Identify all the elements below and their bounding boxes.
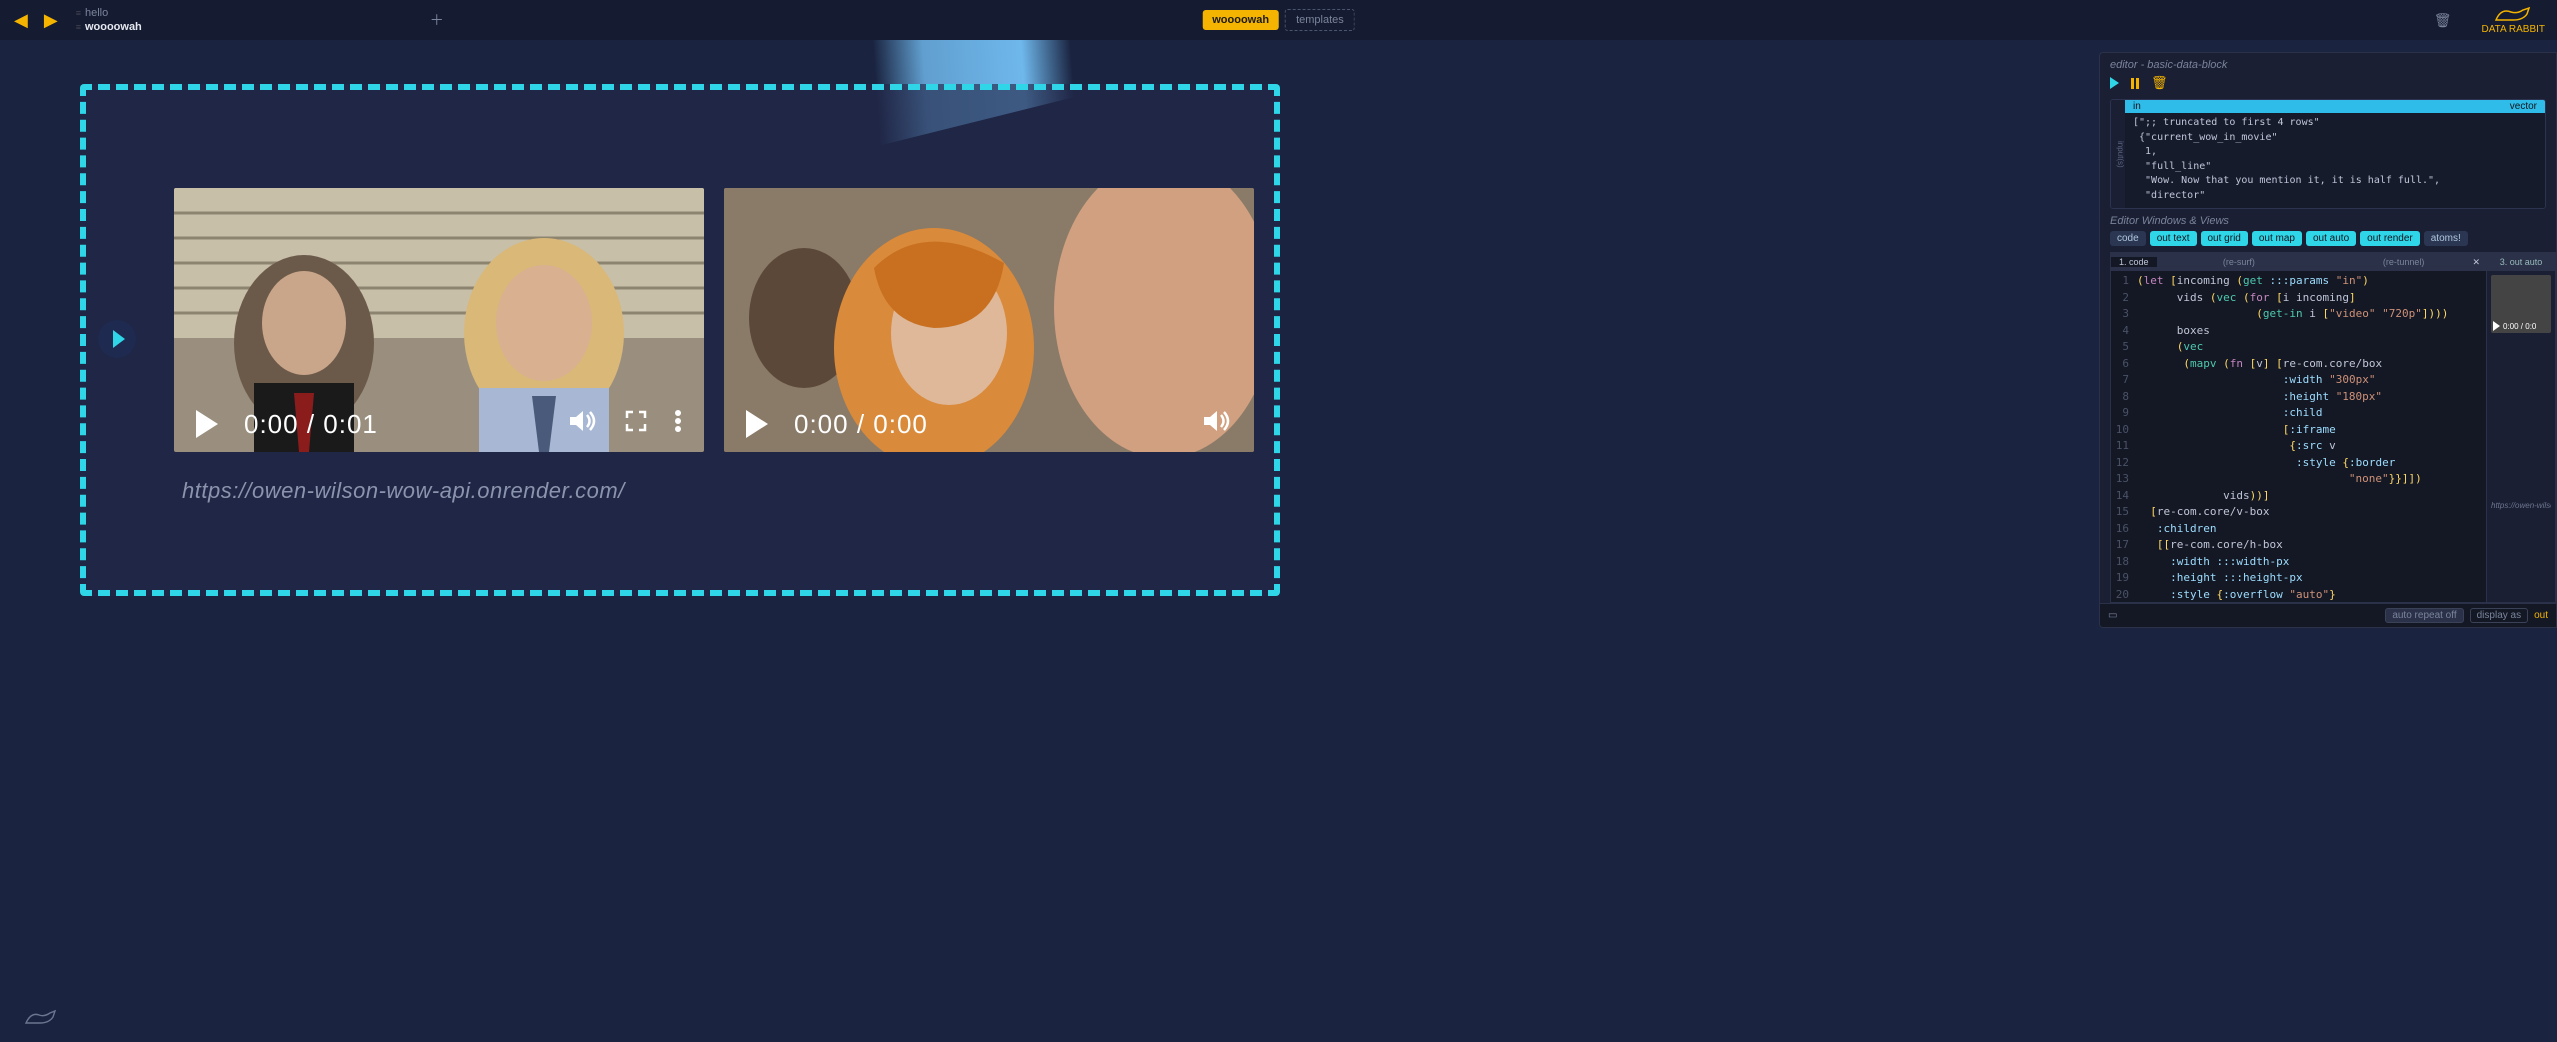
editor-title: editor - basic-data-block xyxy=(2100,53,2556,75)
pause-icon[interactable] xyxy=(2131,78,2139,89)
pill-out-render[interactable]: out render xyxy=(2360,231,2420,246)
code-line: 16 :children xyxy=(2111,521,2486,538)
footer-left-icon[interactable]: ▭ xyxy=(2108,610,2117,621)
trash-icon[interactable]: 🗑 xyxy=(2434,12,2452,29)
code-line: 13 "none"}}]]) xyxy=(2111,471,2486,488)
auto-repeat-toggle[interactable]: auto repeat off xyxy=(2385,608,2463,623)
input-header[interactable]: in vector xyxy=(2125,100,2545,113)
nav-forward-icon[interactable]: ▶ xyxy=(40,10,62,31)
display-as-button[interactable]: display as xyxy=(2470,608,2528,623)
code-line: 15 [re-com.core/v-box xyxy=(2111,504,2486,521)
code-line: 14 vids))] xyxy=(2111,488,2486,505)
video-1[interactable]: 0:00 / 0:01 xyxy=(174,188,704,452)
pill-workspace[interactable]: woooowah xyxy=(1202,10,1279,30)
code-line: 11 {:src v xyxy=(2111,438,2486,455)
code-line: 9 :child xyxy=(2111,405,2486,422)
code-line: 17 [[re-com.core/h-box xyxy=(2111,537,2486,554)
code-line: 19 :height :::height-px xyxy=(2111,570,2486,587)
code-line: 7 :width "300px" xyxy=(2111,372,2486,389)
code-line: 5 (vec xyxy=(2111,339,2486,356)
pill-code[interactable]: code xyxy=(2110,231,2146,246)
tab-label: woooowah xyxy=(85,21,142,33)
video-2[interactable]: 0:00 / 0:00 xyxy=(724,188,1254,452)
trash-icon[interactable]: 🗑 xyxy=(2151,75,2168,91)
close-icon[interactable]: ✕ xyxy=(2472,257,2480,268)
fullscreen-icon[interactable] xyxy=(624,409,648,440)
input-head-left: in xyxy=(2133,101,2141,112)
video-time: 0:00 / 0:01 xyxy=(244,409,378,440)
code-line: 4 boxes xyxy=(2111,323,2486,340)
play-icon[interactable] xyxy=(196,410,218,438)
code-tab-2[interactable]: (re-surf) xyxy=(2157,257,2322,267)
code-line: 6 (mapv (fn [v] [re-com.core/box xyxy=(2111,356,2486,373)
code-line: 8 :height "180px" xyxy=(2111,389,2486,406)
volume-icon[interactable] xyxy=(1202,408,1232,441)
pill-out-grid[interactable]: out grid xyxy=(2201,231,2248,246)
pill-out-map[interactable]: out map xyxy=(2252,231,2302,246)
volume-icon[interactable] xyxy=(568,408,598,441)
code-line: 1(let [incoming (get :::params "in") xyxy=(2111,273,2486,290)
input-head-right: vector xyxy=(2510,101,2537,112)
tab-icon: ≡ xyxy=(76,22,81,32)
video-time: 0:00 / 0:00 xyxy=(794,409,928,440)
topbar-right: 🗑 DATA RABBIT xyxy=(2434,6,2545,35)
code-line: 18 :width :::width-px xyxy=(2111,554,2486,571)
code-line: 2 vids (vec (for [i incoming] xyxy=(2111,290,2486,307)
logo: DATA RABBIT xyxy=(2481,6,2545,35)
code-tab-1[interactable]: 1. code xyxy=(2111,257,2157,267)
code-line: 20 :style {:overflow "auto"} xyxy=(2111,587,2486,603)
video-row: 0:00 / 0:01 xyxy=(174,188,1254,452)
tab-label: hello xyxy=(85,7,108,19)
tab-icon: ≡ xyxy=(76,8,81,18)
video-controls: 0:00 / 0:01 xyxy=(174,396,704,452)
code-body[interactable]: 1(let [incoming (get :::params "in")2 vi… xyxy=(2111,271,2486,602)
code-line: 3 (get-in i ["video" "720p"]))) xyxy=(2111,306,2486,323)
run-icon[interactable] xyxy=(2110,77,2119,89)
canvas-block[interactable]: 0:00 / 0:01 xyxy=(80,84,1280,596)
code-line: 10 [:iframe xyxy=(2111,422,2486,439)
preview-tab[interactable]: 3. out auto xyxy=(2487,253,2555,271)
preview-link: https://owen-wilson- xyxy=(2491,501,2551,510)
pill-out-text[interactable]: out text xyxy=(2150,231,2197,246)
pill-templates[interactable]: templates xyxy=(1285,9,1355,31)
video-controls: 0:00 / 0:00 xyxy=(724,396,1254,452)
code-wrap: 1. code (re-surf) (re-tunnel) ✕ 1(let [i… xyxy=(2110,252,2556,603)
code-tab-strip: 1. code (re-surf) (re-tunnel) ✕ xyxy=(2111,253,2486,271)
preview-video[interactable]: 0:00 / 0:0 xyxy=(2491,275,2551,333)
more-icon[interactable] xyxy=(674,408,682,441)
pill-out-auto[interactable]: out auto xyxy=(2306,231,2356,246)
preview-body: 0:00 / 0:0 https://owen-wilson- xyxy=(2487,271,2555,602)
tab-list: ≡ hello ≡ woooowah xyxy=(76,7,142,33)
nav-back-icon[interactable]: ◀ xyxy=(10,10,32,31)
input-side-label: input(s) xyxy=(2111,100,2125,208)
view-pills: code out text out grid out map out auto … xyxy=(2100,231,2556,252)
section-label: Editor Windows & Views xyxy=(2100,215,2556,231)
tab-active[interactable]: ≡ woooowah xyxy=(76,21,142,33)
rabbit-icon[interactable] xyxy=(24,1009,58,1032)
add-tab-button[interactable]: ＋ xyxy=(430,10,444,30)
editor-toolbar: 🗑 xyxy=(2100,75,2556,95)
play-icon[interactable] xyxy=(2493,321,2500,331)
editor-panel: editor - basic-data-block 🗑 input(s) in … xyxy=(2099,52,2557,628)
code-tab-3[interactable]: (re-tunnel) xyxy=(2321,257,2486,267)
advance-arrow-button[interactable] xyxy=(98,320,136,358)
footer-out[interactable]: out xyxy=(2534,610,2548,621)
center-pills: woooowah templates xyxy=(1202,9,1355,31)
tab-hello[interactable]: ≡ hello xyxy=(76,7,142,19)
api-link[interactable]: https://owen-wilson-wow-api.onrender.com… xyxy=(182,478,625,504)
input-block: input(s) in vector [";; truncated to fir… xyxy=(2110,99,2546,209)
pill-atoms[interactable]: atoms! xyxy=(2424,231,2468,246)
code-line: 12 :style {:border xyxy=(2111,455,2486,472)
editor-footer: ▭ auto repeat off display as out xyxy=(2100,603,2556,627)
preview-pane: 3. out auto 0:00 / 0:0 https://owen-wils… xyxy=(2486,252,2556,603)
logo-text: DATA RABBIT xyxy=(2481,24,2545,35)
input-body: [";; truncated to first 4 rows" {"curren… xyxy=(2125,113,2545,208)
topbar: ◀ ▶ ≡ hello ≡ woooowah ＋ woooowah templa… xyxy=(0,0,2557,40)
preview-time: 0:00 / 0:0 xyxy=(2503,322,2536,331)
code-pane: 1. code (re-surf) (re-tunnel) ✕ 1(let [i… xyxy=(2110,252,2486,603)
play-icon[interactable] xyxy=(746,410,768,438)
